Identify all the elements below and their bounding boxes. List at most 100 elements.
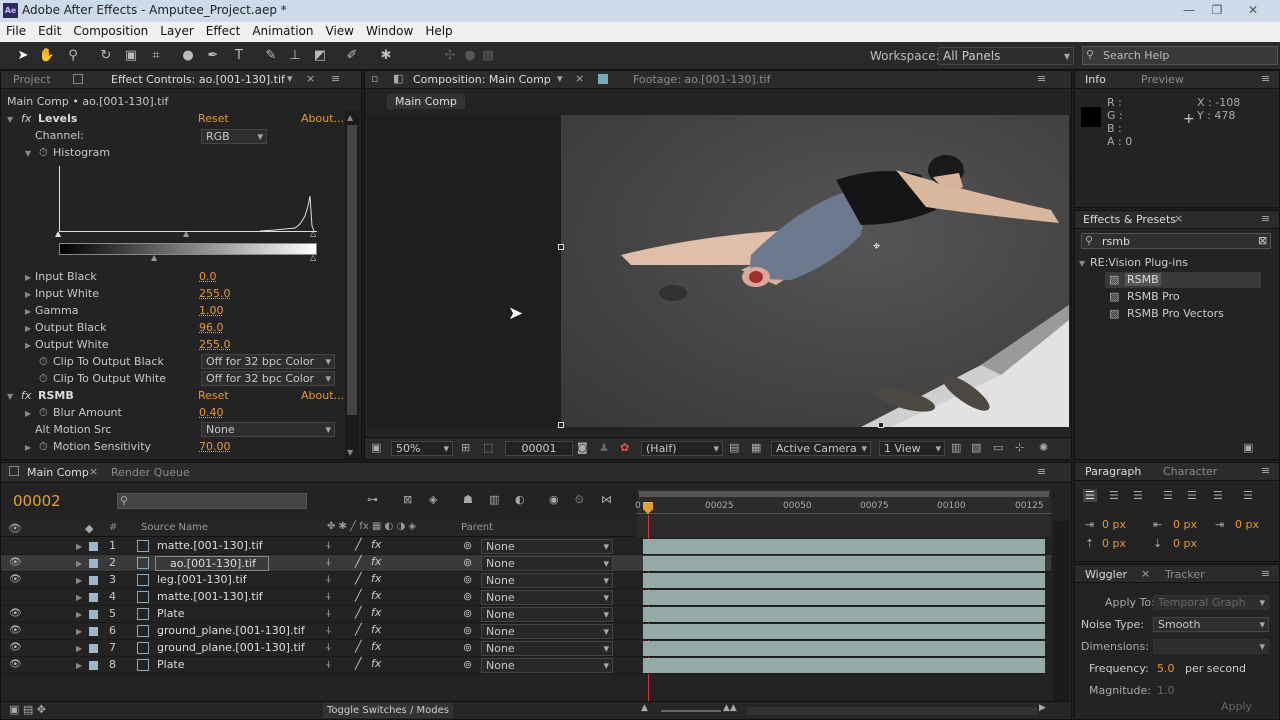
tab-wiggler[interactable]: Wiggler (1085, 568, 1127, 581)
tab-paragraph[interactable]: Paragraph (1085, 465, 1141, 478)
live-update-icon[interactable]: ⊠ (403, 493, 412, 506)
fast-preview-icon[interactable]: ▤ (729, 441, 739, 454)
indent-right-value[interactable]: 0 px (1173, 518, 1197, 531)
expand-triangle-icon[interactable]: ▶ (25, 290, 31, 299)
camera-dropdown[interactable]: Active Camera (771, 441, 871, 456)
eraser-tool-icon[interactable]: ◩ (310, 46, 330, 66)
justify-center-icon[interactable]: ☰ (1187, 489, 1197, 502)
transparency-grid-icon[interactable]: ▦ (751, 441, 761, 454)
clip-white-dropdown[interactable]: Off for 32 bpc Color (201, 371, 335, 386)
layer-duration-bar[interactable] (643, 624, 1045, 639)
visibility-eye-icon[interactable]: 👁 (9, 642, 22, 653)
close-icon[interactable]: × (1141, 567, 1150, 580)
graph-editor-icon[interactable]: ⋈ (601, 493, 612, 506)
layer-source-name[interactable]: ao.[001-130].tif (155, 556, 270, 571)
motion-sensitivity-value[interactable]: 70.00 (199, 440, 231, 453)
label-color-icon[interactable] (89, 559, 98, 568)
effects-item-rsmb-pro[interactable]: RSMB Pro (1127, 290, 1180, 303)
expand-triangle-icon[interactable]: ▶ (25, 307, 31, 316)
menu-effect[interactable]: Effect (200, 22, 247, 38)
work-area-bar[interactable] (639, 491, 1049, 497)
tab-effects-presets[interactable]: Effects & Presets (1083, 213, 1176, 226)
tab-composition[interactable]: Composition: Main Comp (413, 73, 551, 86)
maximize-icon[interactable]: ❐ (1204, 2, 1230, 18)
apply-to-dropdown[interactable]: Temporal Graph (1153, 595, 1269, 610)
minimize-icon[interactable]: — (1176, 2, 1202, 18)
panel-menu-icon[interactable]: ≡ (1261, 567, 1270, 580)
new-preset-icon[interactable]: ▣ (1243, 441, 1253, 454)
pick-whip-icon[interactable]: ⊚ (463, 624, 472, 637)
safe-margins-icon[interactable]: ⊞ (461, 441, 470, 454)
brainstorm-icon[interactable]: ◉ (549, 493, 559, 506)
channel-dropdown[interactable]: RGB (201, 129, 267, 144)
label-color-icon[interactable] (89, 576, 98, 585)
view-axis-icon[interactable]: ▩ (478, 46, 498, 66)
align-center-icon[interactable]: ☰ (1109, 489, 1119, 502)
layer-row[interactable]: 👁 ▶ 2 ao.[001-130].tif ⍭ ╱ fx ⊚ None (1, 555, 1051, 572)
comp-frame-image[interactable] (561, 115, 1069, 427)
show-snapshot-icon[interactable]: ♟ (599, 441, 609, 454)
type-tool-icon[interactable]: T (229, 46, 249, 66)
layer-source-name[interactable]: ground_plane.[001-130].tif (157, 641, 305, 654)
panel-menu-icon[interactable]: ≡ (331, 72, 340, 85)
panel-menu-icon[interactable]: ≡ (1037, 72, 1046, 85)
scrollbar[interactable]: ▲ ▼ (345, 111, 359, 459)
layer-row[interactable]: 👁 ▶ 5 Plate ⍭ ╱ fx ⊚ None (1, 606, 1051, 623)
flowchart-icon[interactable]: ⊹ (1015, 441, 1024, 454)
expand-triangle-icon[interactable]: ▶ (76, 627, 82, 636)
pick-whip-icon[interactable]: ⊚ (463, 641, 472, 654)
close-icon[interactable]: × (89, 465, 98, 478)
input-white-slider[interactable]: △ (310, 229, 316, 238)
expand-triangle-icon[interactable]: ▶ (25, 273, 31, 282)
space-before-value[interactable]: 0 px (1102, 537, 1126, 550)
zoom-out-icon[interactable]: ▲ (641, 703, 648, 713)
menu-composition[interactable]: Composition (67, 22, 154, 38)
layer-row[interactable]: 👁 ▶ 6 ground_plane.[001-130].tif ⍭ ╱ fx ⊚ None (1, 623, 1051, 640)
layer-duration-bar[interactable] (643, 556, 1045, 571)
zoom-dropdown[interactable]: 50% (391, 441, 453, 456)
tab-character[interactable]: Character (1163, 465, 1217, 478)
space-after-value[interactable]: 0 px (1173, 537, 1197, 550)
fx-icon[interactable]: fx (371, 555, 381, 568)
gamma-slider[interactable]: ▲ (183, 229, 189, 238)
input-black-slider[interactable]: ▲ (55, 229, 61, 238)
tab-project[interactable]: Project (13, 73, 51, 86)
visibility-eye-icon[interactable]: 👁 (9, 557, 22, 568)
close-icon[interactable]: ✕ (1240, 2, 1266, 18)
layer-duration-bar[interactable] (643, 607, 1045, 622)
axis-mode-icon[interactable]: ✣ (440, 46, 460, 66)
layer-search-field[interactable]: ⚲ (117, 493, 307, 509)
stopwatch-icon[interactable]: ⏱ (39, 372, 48, 386)
expand-triangle-icon[interactable]: ▶ (76, 644, 82, 653)
layer-handle[interactable] (558, 244, 564, 250)
expand-triangle-icon[interactable]: ▶ (25, 341, 31, 350)
levels-about-link[interactable]: About... (301, 112, 344, 125)
visibility-eye-icon[interactable]: 👁 (9, 574, 22, 585)
toggle-switches-modes-button[interactable]: Toggle Switches / Modes (323, 703, 453, 718)
menu-help[interactable]: Help (419, 22, 458, 38)
workspace-dropdown[interactable]: All Panels (938, 47, 1074, 65)
expand-triangle-icon[interactable]: ▶ (76, 610, 82, 619)
noise-type-dropdown[interactable]: Smooth (1153, 617, 1269, 632)
menu-window[interactable]: Window (360, 22, 419, 38)
label-color-icon[interactable] (89, 610, 98, 619)
visibility-eye-icon[interactable]: 👁 (9, 659, 22, 670)
layer-source-name[interactable]: leg.[001-130].tif (157, 573, 247, 586)
quality-icon[interactable]: ╱ (355, 657, 362, 670)
layer-row[interactable]: ▶ 4 matte.[001-130].tif ⍭ ╱ fx ⊚ None (1, 589, 1051, 606)
tab-info[interactable]: Info (1085, 73, 1106, 86)
close-icon[interactable]: × (306, 72, 315, 85)
layer-duration-bar[interactable] (643, 573, 1045, 588)
histogram-triangle-icon[interactable]: ▼ (25, 149, 31, 158)
column-parent[interactable]: Parent (461, 522, 493, 533)
toggle-layer-switches-icon[interactable]: ▣ ▤ ✥ (9, 703, 46, 716)
layer-row[interactable]: 👁 ▶ 8 Plate ⍭ ╱ fx ⊚ None (1, 657, 1051, 674)
histogram-graph[interactable] (59, 166, 317, 232)
rotate-tool-icon[interactable]: ↻ (96, 46, 116, 66)
close-icon[interactable]: × (1174, 212, 1183, 225)
panel-menu-icon[interactable]: ≡ (1261, 72, 1270, 85)
effects-item-rsmb[interactable]: RSMB (1125, 273, 1161, 286)
label-color-icon[interactable] (89, 542, 98, 551)
label-color-icon[interactable] (89, 661, 98, 670)
hide-shy-icon[interactable]: ☗ (463, 493, 473, 506)
